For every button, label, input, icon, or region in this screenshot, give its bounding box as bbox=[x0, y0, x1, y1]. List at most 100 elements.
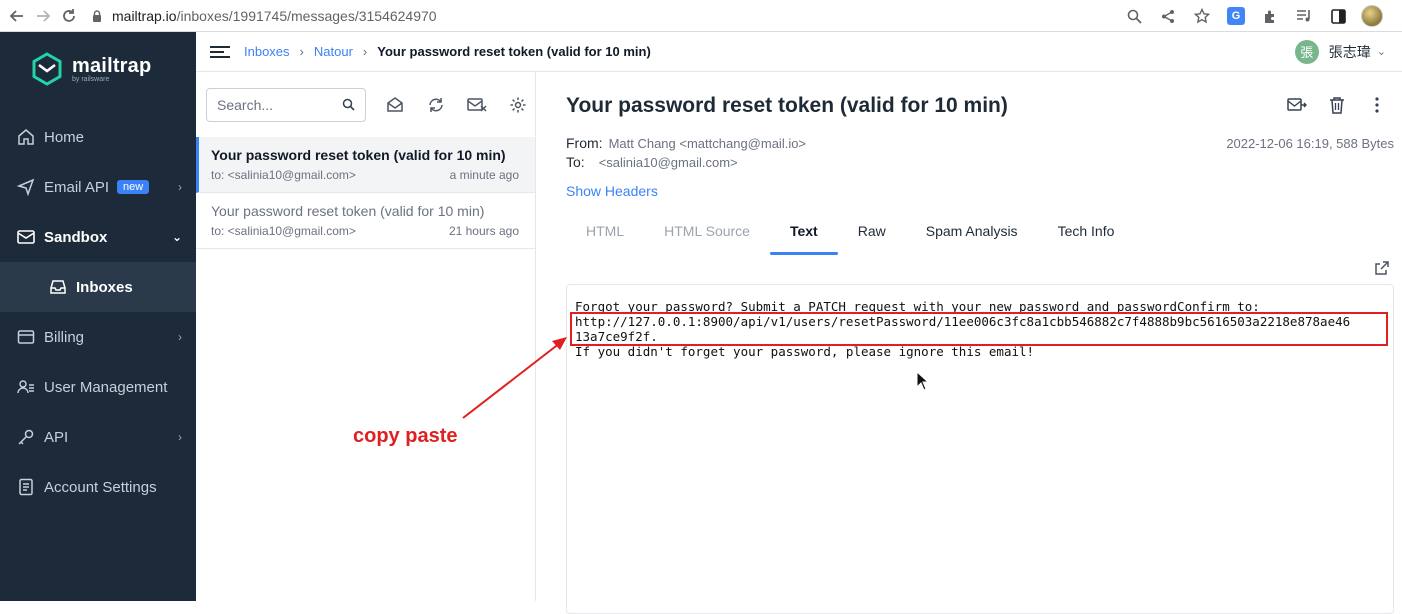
refresh-icon[interactable] bbox=[424, 93, 448, 117]
reload-icon[interactable] bbox=[56, 3, 82, 29]
breadcrumb-natour[interactable]: Natour bbox=[314, 44, 353, 59]
address-bar[interactable]: mailtrap.io/inboxes/1991745/messages/315… bbox=[90, 8, 437, 24]
send-icon bbox=[16, 177, 36, 197]
settings-doc-icon bbox=[16, 477, 36, 497]
more-vertical-icon[interactable] bbox=[1366, 94, 1388, 116]
breadcrumb-inboxes[interactable]: Inboxes bbox=[244, 44, 290, 59]
message-tabs: HTML HTML Source Text Raw Spam Analysis … bbox=[566, 210, 1134, 255]
breadcrumb-current: Your password reset token (valid for 10 … bbox=[377, 44, 651, 59]
tab-html[interactable]: HTML bbox=[566, 210, 644, 255]
browser-toolbar: mailtrap.io/inboxes/1991745/messages/315… bbox=[0, 0, 1402, 32]
sidebar-item-label: API bbox=[44, 428, 69, 446]
tab-raw[interactable]: Raw bbox=[838, 210, 906, 255]
message-body: Forgot your password? Submit a PATCH req… bbox=[566, 284, 1394, 614]
share-icon[interactable] bbox=[1156, 4, 1180, 28]
chevron-down-icon: ⌄ bbox=[1376, 46, 1386, 58]
message-actions bbox=[1286, 94, 1388, 116]
top-header: Inboxes › Natour › Your password reset t… bbox=[196, 32, 1402, 72]
sidebar-item-label: Inboxes bbox=[76, 278, 133, 296]
body-line: If you didn't forget your password, plea… bbox=[575, 344, 1035, 359]
api-icon bbox=[16, 427, 36, 447]
zoom-icon[interactable] bbox=[1122, 4, 1146, 28]
url-path: /inboxes/1991745/messages/3154624970 bbox=[176, 7, 437, 24]
translate-icon[interactable]: G bbox=[1224, 4, 1248, 28]
tab-text[interactable]: Text bbox=[769, 210, 838, 255]
from-label: From: bbox=[566, 135, 603, 151]
profile-avatar[interactable] bbox=[1360, 4, 1384, 28]
search-icon bbox=[342, 98, 355, 111]
chevron-down-icon: ⌄ bbox=[171, 230, 182, 244]
bookmark-star-icon[interactable] bbox=[1190, 4, 1214, 28]
sidebar-item-home[interactable]: Home bbox=[0, 112, 196, 162]
to-value: <salinia10@gmail.com> bbox=[598, 155, 738, 170]
message-list-item[interactable]: Your password reset token (valid for 10 … bbox=[196, 137, 535, 193]
media-icon[interactable] bbox=[1292, 4, 1316, 28]
message-list-toolbar: Search... bbox=[196, 72, 535, 137]
url-host: mailtrap.io bbox=[112, 7, 177, 24]
chevron-right-icon: › bbox=[178, 430, 182, 444]
open-external-icon[interactable] bbox=[1374, 260, 1390, 276]
extensions-icon[interactable] bbox=[1258, 4, 1282, 28]
sidebar-item-label: Home bbox=[44, 128, 85, 146]
breadcrumb: Inboxes › Natour › Your password reset t… bbox=[244, 44, 651, 59]
annotation-label: copy paste bbox=[353, 425, 458, 447]
search-input[interactable]: Search... bbox=[206, 87, 366, 122]
menu-icon[interactable] bbox=[210, 43, 230, 61]
sidebar-item-label: Billing bbox=[44, 328, 85, 346]
breadcrumb-separator: › bbox=[299, 44, 304, 59]
forward-email-icon[interactable] bbox=[1286, 94, 1308, 116]
chevron-right-icon: › bbox=[178, 330, 182, 344]
sidebar-item-label: Email API bbox=[44, 178, 110, 196]
forward-icon[interactable] bbox=[30, 3, 56, 29]
users-icon bbox=[16, 377, 36, 397]
message-time: a minute ago bbox=[449, 168, 519, 182]
home-icon bbox=[16, 127, 36, 147]
sidebar-item-label: Sandbox bbox=[44, 228, 108, 246]
billing-icon bbox=[16, 327, 36, 347]
sidebar-item-label: Account Settings bbox=[44, 478, 157, 496]
search-placeholder: Search... bbox=[217, 96, 274, 113]
message-meta: From: Matt Chang <mattchang@mail.io> To: <… bbox=[566, 135, 806, 173]
breadcrumb-separator: › bbox=[362, 44, 368, 59]
chevron-right-icon: › bbox=[178, 180, 182, 194]
highlight-box bbox=[570, 312, 1388, 346]
mailtrap-logo[interactable]: mailtrap by railsware bbox=[30, 52, 151, 86]
mark-read-icon[interactable] bbox=[383, 93, 407, 117]
logo-name: mailtrap bbox=[72, 55, 152, 77]
sidebar-item-account-settings[interactable]: Account Settings bbox=[0, 462, 196, 512]
message-time: 21 hours ago bbox=[448, 224, 519, 238]
sidebar: mailtrap by railsware Home Email API new… bbox=[0, 32, 196, 601]
user-menu[interactable]: 張 張志瑋 ⌄ bbox=[1294, 39, 1386, 64]
message-title: Your password reset token (valid for 10 … bbox=[566, 94, 1008, 117]
sidebar-item-sandbox[interactable]: Sandbox ⌄ bbox=[0, 212, 196, 262]
message-date-size: 2022-12-06 16:19, 588 Bytes bbox=[1226, 136, 1394, 151]
inbox-icon bbox=[48, 277, 68, 297]
user-avatar: 張 bbox=[1294, 39, 1319, 64]
message-subject: Your password reset token (valid for 10 … bbox=[211, 147, 506, 163]
from-value: Matt Chang <mattchang@mail.io> bbox=[608, 136, 807, 151]
mailtrap-logo-icon bbox=[32, 52, 62, 86]
sidebar-item-api[interactable]: API › bbox=[0, 412, 196, 462]
tab-spam-analysis[interactable]: Spam Analysis bbox=[906, 210, 1038, 255]
user-name: 張志瑋 bbox=[1328, 43, 1371, 60]
gear-icon[interactable] bbox=[506, 93, 530, 117]
show-headers-link[interactable]: Show Headers bbox=[566, 183, 658, 199]
lock-icon bbox=[93, 9, 101, 22]
mouse-cursor-icon bbox=[916, 371, 930, 391]
sidebar-item-label: User Management bbox=[44, 378, 168, 396]
back-icon[interactable] bbox=[4, 3, 30, 29]
message-list-item[interactable]: Your password reset token (valid for 10 … bbox=[196, 193, 535, 249]
sidebar-item-billing[interactable]: Billing › bbox=[0, 312, 196, 362]
message-subject: Your password reset token (valid for 10 … bbox=[211, 203, 485, 219]
tab-tech-info[interactable]: Tech Info bbox=[1038, 210, 1135, 255]
sidebar-item-user-management[interactable]: User Management bbox=[0, 362, 196, 412]
sandbox-icon bbox=[16, 227, 36, 247]
clear-inbox-icon[interactable] bbox=[465, 93, 489, 117]
sidebar-item-inboxes[interactable]: Inboxes bbox=[0, 262, 196, 312]
tab-html-source[interactable]: HTML Source bbox=[644, 210, 770, 255]
to-label: To: bbox=[566, 154, 585, 170]
sidebar-item-email-api[interactable]: Email API new › bbox=[0, 162, 196, 212]
trash-icon[interactable] bbox=[1326, 94, 1348, 116]
sidebar-icon[interactable] bbox=[1326, 4, 1350, 28]
message-view: Your password reset token (valid for 10 … bbox=[536, 72, 1402, 614]
